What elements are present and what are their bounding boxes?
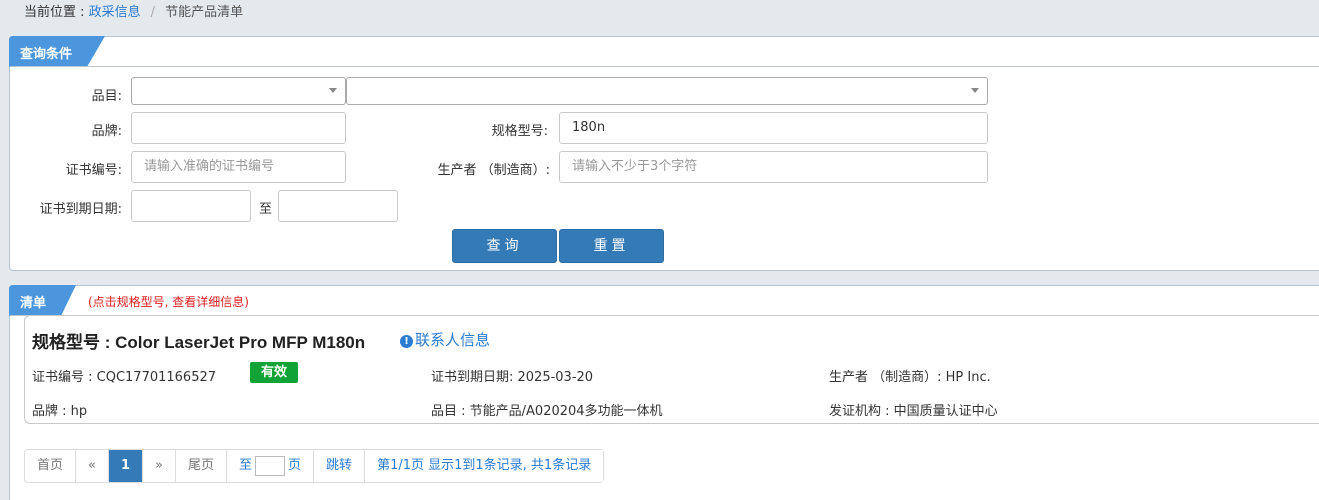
- query-panel-header: 查询条件: [9, 36, 1319, 67]
- query-panel: 查询条件 品目: 品牌: 规格型号: 180n 证书编号: 请输入准确的证书编号…: [9, 36, 1319, 271]
- query-panel-title: 查询条件: [20, 47, 73, 62]
- brand-label: 品牌:: [91, 124, 122, 139]
- first-page-button[interactable]: 首页: [25, 450, 76, 482]
- breadcrumb-link-gov-procurement[interactable]: 政采信息: [89, 5, 141, 20]
- prev-page-button[interactable]: «: [75, 450, 108, 482]
- result-model-title[interactable]: 规格型号 : Color LaserJet Pro MFP M180n: [32, 328, 365, 353]
- result-category: 品目 : 节能产品/A020204多功能一体机: [431, 404, 663, 419]
- jump-button[interactable]: 跳转: [313, 450, 365, 482]
- list-panel-header: 清单 (点击规格型号, 查看详细信息): [9, 285, 1319, 316]
- result-brand: 品牌 : hp: [32, 404, 88, 419]
- expiry-label: 证书到期日期:: [39, 202, 122, 217]
- category-select-primary[interactable]: [131, 77, 346, 105]
- reset-button[interactable]: 重置: [559, 229, 664, 263]
- expiry-to-input[interactable]: [278, 190, 398, 222]
- goto-suffix: 页: [288, 458, 302, 473]
- cert-no-input[interactable]: 请输入准确的证书编号: [131, 151, 346, 183]
- result-cert-no: 证书编号 : CQC17701166527: [32, 370, 217, 385]
- contact-info-link[interactable]: ! 联系人信息: [400, 329, 490, 350]
- breadcrumb-current: 节能产品清单: [165, 5, 244, 20]
- goto-prefix: 至: [239, 458, 253, 473]
- breadcrumb: 当前位置 : 政采信息 / 节能产品清单: [24, 4, 243, 22]
- cert-no-label: 证书编号:: [65, 163, 122, 178]
- status-badge: 有效: [250, 362, 298, 383]
- last-page-button[interactable]: 尾页: [175, 450, 227, 482]
- category-select-secondary[interactable]: [346, 77, 988, 105]
- search-button[interactable]: 查询: [452, 229, 557, 263]
- chevron-down-icon: [329, 88, 337, 93]
- page-1-button[interactable]: 1: [107, 450, 143, 482]
- category-label: 品目:: [91, 89, 122, 104]
- info-icon: !: [400, 335, 413, 348]
- breadcrumb-prefix: 当前位置 :: [24, 5, 89, 20]
- result-expiry: 证书到期日期: 2025-03-20: [431, 370, 594, 385]
- manufacturer-input[interactable]: 请输入不少于3个字符: [559, 151, 988, 183]
- list-panel-title: 清单: [20, 296, 47, 311]
- pagination-summary: 第1/1页 显示1到1条记录, 共1条记录: [364, 450, 604, 482]
- result-issuer: 发证机构 : 中国质量认证中心: [829, 404, 998, 419]
- result-card: 规格型号 : Color LaserJet Pro MFP M180n ! 联系人…: [24, 315, 1319, 424]
- result-manufacturer: 生产者 （制造商）: HP Inc.: [829, 370, 991, 385]
- brand-input[interactable]: [131, 112, 346, 144]
- expiry-to-separator: 至: [258, 202, 272, 217]
- model-input[interactable]: 180n: [559, 112, 988, 144]
- list-hint: (点击规格型号, 查看详细信息): [88, 295, 249, 309]
- model-label: 规格型号:: [491, 124, 548, 139]
- next-page-button[interactable]: »: [142, 450, 175, 482]
- pagination: 首页 « 1 » 尾页 至页 跳转 第1/1页 显示1到1条记录, 共1条记录: [24, 449, 605, 483]
- breadcrumb-separator: /: [150, 5, 156, 20]
- goto-page-input[interactable]: [255, 455, 286, 476]
- expiry-from-input[interactable]: [131, 190, 251, 222]
- manufacturer-label: 生产者 （制造商）:: [437, 163, 550, 178]
- chevron-down-icon: [971, 88, 979, 93]
- contact-info-label: 联系人信息: [415, 331, 491, 349]
- goto-page: 至页: [226, 450, 314, 482]
